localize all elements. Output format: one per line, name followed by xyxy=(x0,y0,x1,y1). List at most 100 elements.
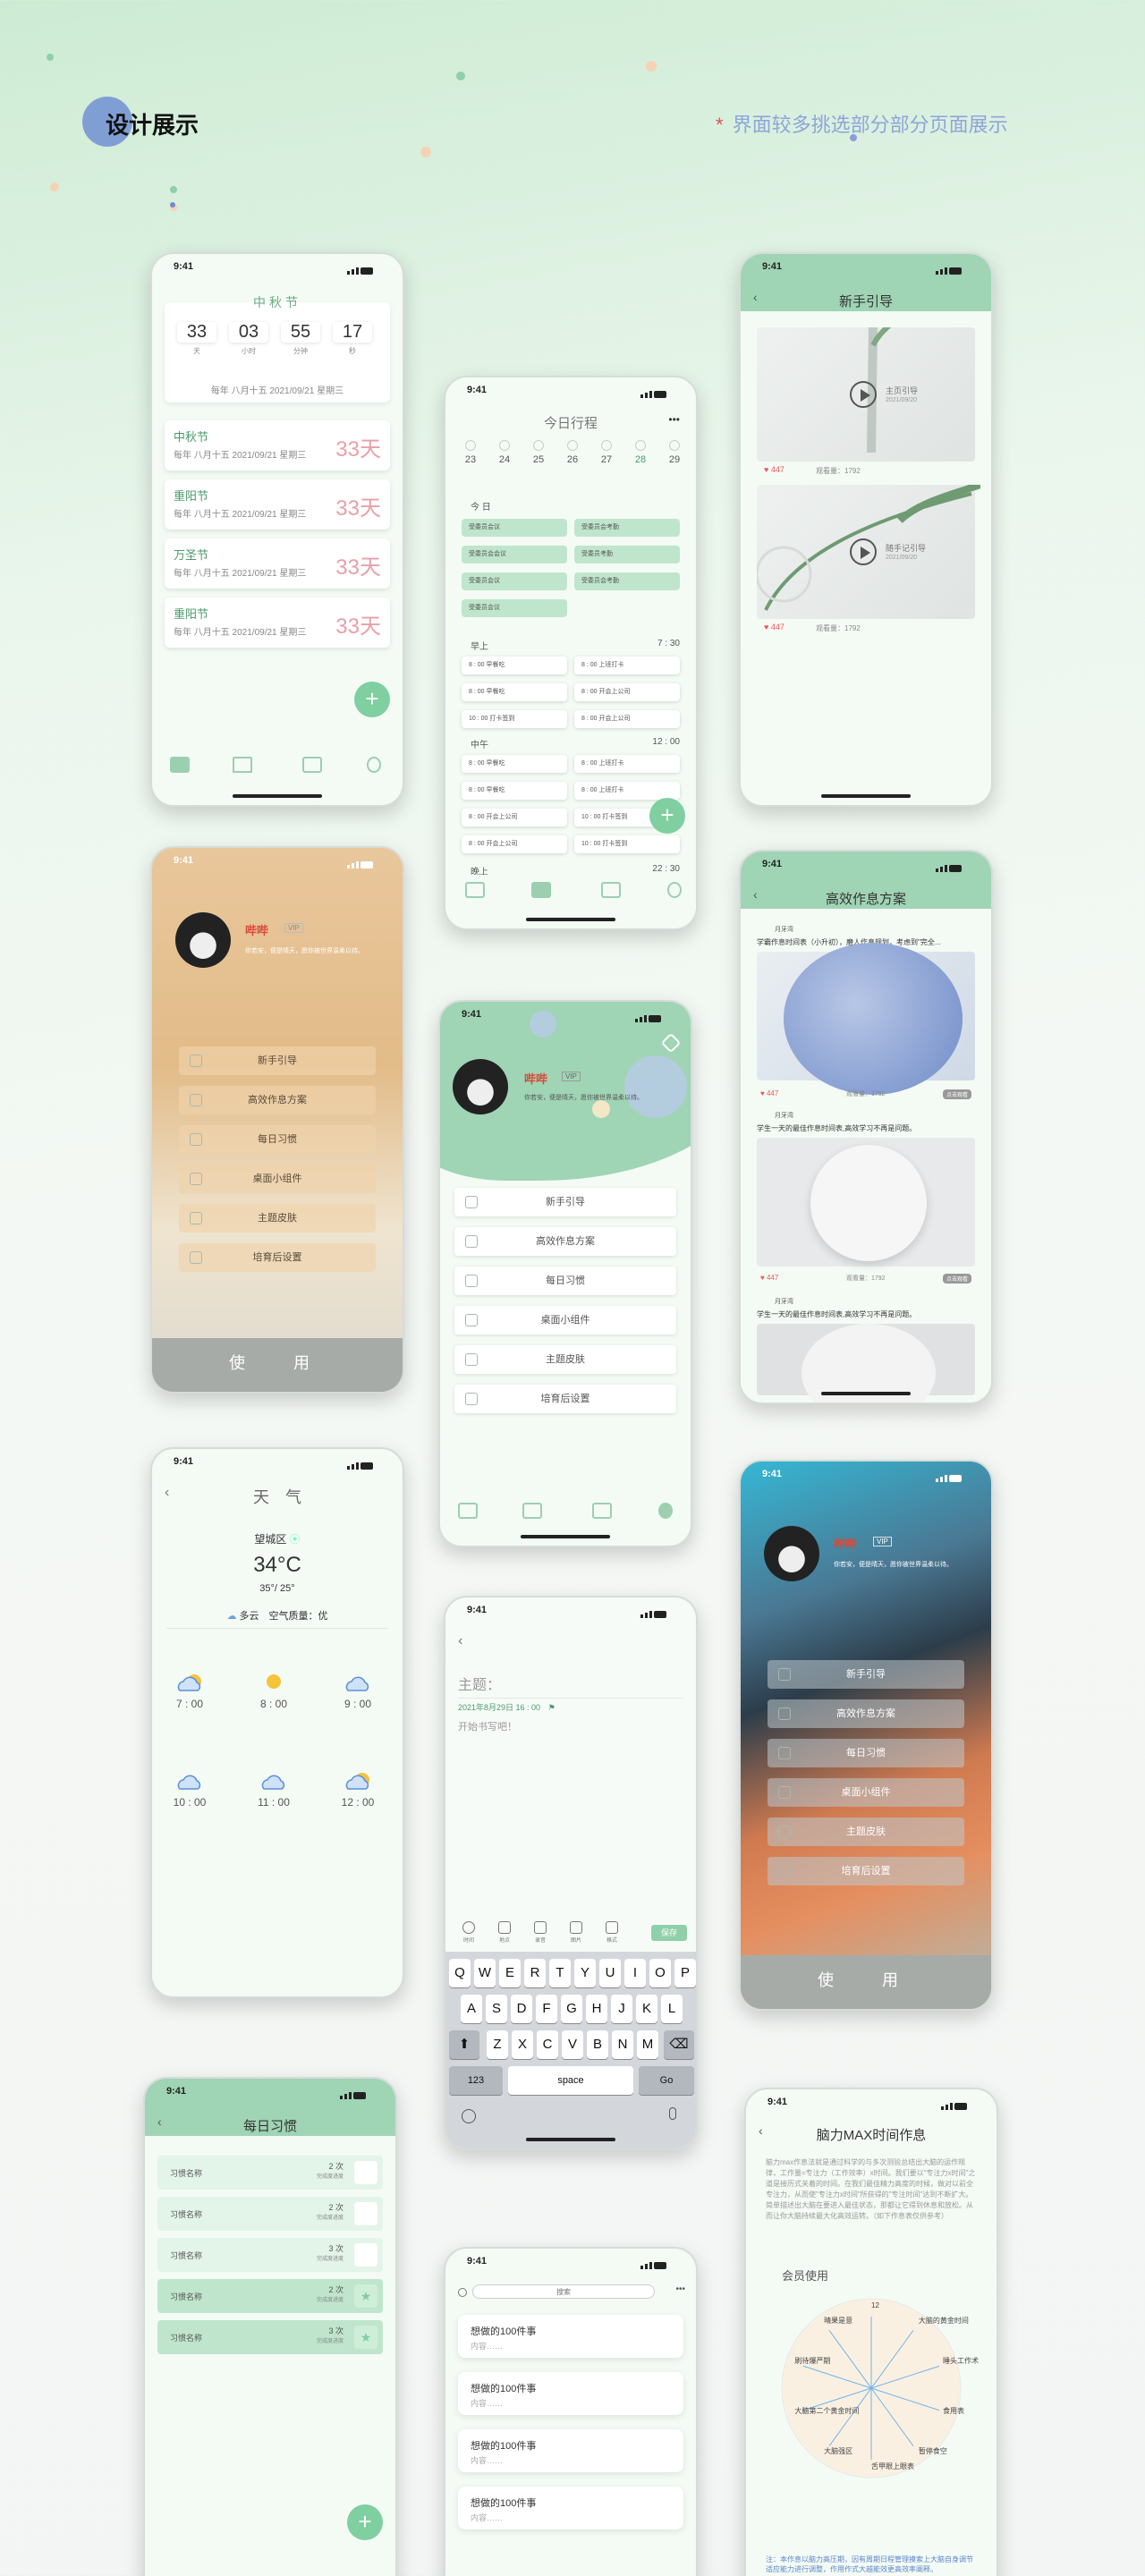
schedule-event[interactable]: 8 : 00 开会上公司 xyxy=(462,835,567,853)
key[interactable]: N xyxy=(612,2030,633,2059)
schedule-event[interactable]: 10 : 00 打卡签到 xyxy=(462,710,567,728)
note-tab-icon[interactable] xyxy=(302,757,322,773)
menu-item[interactable]: 每日习惯 xyxy=(454,1267,676,1295)
key[interactable]: M xyxy=(637,2030,658,2059)
schedule-event[interactable]: 8 : 00 上班打卡 xyxy=(574,755,680,773)
schedule-event[interactable]: 8 : 00 开会上公司 xyxy=(574,683,680,701)
key[interactable]: R xyxy=(524,1959,546,1987)
menu-item[interactable]: 桌面小组件 xyxy=(179,1165,376,1193)
key[interactable]: A xyxy=(461,1995,482,2023)
today-event[interactable]: 受委员会会议 xyxy=(462,546,567,564)
video-thumbnail[interactable]: 主页引导 2021/09/20 xyxy=(757,327,975,462)
back-icon[interactable]: ‹ xyxy=(458,1633,462,1649)
day-cell[interactable]: 25 xyxy=(526,440,551,465)
key[interactable]: X xyxy=(512,2030,533,2059)
todo-item[interactable]: 想做的100件事 内容…… xyxy=(458,2372,683,2415)
day-cell[interactable]: 27 xyxy=(594,440,619,465)
check-toggle[interactable] xyxy=(354,2161,377,2184)
key[interactable]: C xyxy=(537,2030,558,2059)
schedule-event[interactable]: 10 : 00 打卡签到 xyxy=(574,835,680,853)
schedule-event[interactable]: 8 : 00 早餐吃 xyxy=(462,755,567,773)
tool-button[interactable]: 录音 xyxy=(528,1921,553,1944)
play-icon[interactable] xyxy=(850,538,877,565)
day-cell[interactable]: 26 xyxy=(560,440,585,465)
schedule-event[interactable]: 8 : 00 早餐吃 xyxy=(462,657,567,674)
day-cell[interactable]: 29 xyxy=(662,440,687,465)
delete-key[interactable]: ⌫ xyxy=(664,2030,694,2059)
menu-item[interactable]: 新手引导 xyxy=(179,1046,376,1075)
check-toggle[interactable] xyxy=(354,2243,377,2267)
schedule-event[interactable]: 8 : 00 上班打卡 xyxy=(574,782,680,800)
use-button[interactable]: 使 用 xyxy=(152,1338,403,1392)
todo-item[interactable]: 想做的100件事 内容…… xyxy=(458,2429,683,2472)
watch-tag[interactable]: 点击观看 xyxy=(942,1089,971,1099)
home-tab-icon[interactable] xyxy=(233,757,252,773)
watch-tag[interactable]: 点击观看 xyxy=(942,1274,971,1284)
key[interactable]: L xyxy=(661,1995,683,2023)
tool-button[interactable]: 时间 xyxy=(456,1921,481,1944)
heart-icon[interactable]: ♥ 447 xyxy=(760,1089,778,1097)
habit-item[interactable]: 习惯名称 2 次完成度进度 ★ xyxy=(157,2279,383,2313)
key[interactable]: S xyxy=(486,1995,507,2023)
key[interactable]: O xyxy=(649,1959,671,1987)
menu-item[interactable]: 培育后设置 xyxy=(179,1243,376,1272)
shift-key[interactable]: ⬆ xyxy=(449,2030,479,2059)
menu-item[interactable]: 每日习惯 xyxy=(179,1125,376,1154)
microphone-icon[interactable] xyxy=(669,2107,676,2120)
key[interactable]: D xyxy=(511,1995,532,2023)
key[interactable]: B xyxy=(587,2030,608,2059)
home-tab-icon[interactable] xyxy=(531,882,551,898)
today-event[interactable]: 受委员会议 xyxy=(462,572,567,590)
home-tab-icon[interactable] xyxy=(522,1503,542,1519)
post-image[interactable] xyxy=(757,1138,975,1267)
menu-item[interactable]: 新手引导 xyxy=(768,1660,964,1689)
note-tab-icon[interactable] xyxy=(592,1503,612,1519)
add-button[interactable]: + xyxy=(354,682,390,717)
key[interactable]: H xyxy=(586,1995,607,2023)
profile-tab-icon[interactable] xyxy=(367,757,381,773)
star-icon[interactable]: ★ xyxy=(354,2284,377,2308)
habit-item[interactable]: 习惯名称 3 次完成度进度 xyxy=(157,2238,383,2272)
today-event[interactable]: 受委员会考勤 xyxy=(574,572,680,590)
menu-item[interactable]: 新手引导 xyxy=(454,1188,676,1216)
habit-item[interactable]: 习惯名称 2 次完成度进度 xyxy=(157,2156,383,2190)
avatar[interactable] xyxy=(453,1059,508,1114)
festival-item[interactable]: 中秋节 每年 八月十五 2021/09/21 星期三 33天 xyxy=(165,420,390,470)
todo-item[interactable]: 想做的100件事 内容…… xyxy=(458,2315,683,2358)
tool-button[interactable]: 格式 xyxy=(599,1921,624,1944)
post-image[interactable] xyxy=(757,943,975,1095)
search-icon[interactable] xyxy=(458,2288,467,2297)
menu-item[interactable]: 桌面小组件 xyxy=(454,1306,676,1335)
emoji-icon[interactable] xyxy=(462,2109,476,2123)
menu-item[interactable]: 培育后设置 xyxy=(454,1385,676,1413)
key[interactable]: V xyxy=(562,2030,583,2059)
play-icon[interactable] xyxy=(850,381,877,408)
schedule-event[interactable]: 8 : 00 开会上公司 xyxy=(462,809,567,826)
star-icon[interactable]: ★ xyxy=(354,2326,377,2349)
habit-item[interactable]: 习惯名称 2 次完成度进度 xyxy=(157,2197,383,2231)
festival-item[interactable]: 重阳节 每年 八月十五 2021/09/21 星期三 33天 xyxy=(165,597,390,648)
tool-button[interactable]: 地点 xyxy=(492,1921,517,1944)
menu-item[interactable]: 主题皮肤 xyxy=(768,1818,964,1846)
save-button[interactable]: 保存 xyxy=(651,1925,687,1941)
menu-item[interactable]: 培育后设置 xyxy=(768,1857,964,1885)
key[interactable]: I xyxy=(624,1959,646,1987)
profile-tab-icon[interactable] xyxy=(667,882,682,898)
key[interactable]: Y xyxy=(574,1959,596,1987)
key[interactable]: W xyxy=(474,1959,496,1987)
key[interactable]: K xyxy=(636,1995,657,2023)
menu-item[interactable]: 每日习惯 xyxy=(768,1739,964,1767)
search-input[interactable] xyxy=(472,2284,655,2299)
today-event[interactable]: 受委员会考勤 xyxy=(574,519,680,537)
go-key[interactable]: Go xyxy=(639,2066,694,2095)
todo-item[interactable]: 想做的100件事 内容…… xyxy=(458,2487,683,2529)
today-event[interactable]: 受委员考勤 xyxy=(574,546,680,564)
key[interactable]: F xyxy=(536,1995,557,2023)
avatar[interactable] xyxy=(764,1526,819,1581)
check-toggle[interactable] xyxy=(354,2202,377,2225)
note-body[interactable]: 开始书写吧！ xyxy=(458,1719,517,1733)
more-button[interactable]: ••• xyxy=(675,2284,685,2294)
post-image[interactable] xyxy=(757,1324,975,1402)
festival-item[interactable]: 万圣节 每年 八月十五 2021/09/21 星期三 33天 xyxy=(165,538,390,589)
use-button[interactable]: 使 用 xyxy=(741,1955,991,2009)
